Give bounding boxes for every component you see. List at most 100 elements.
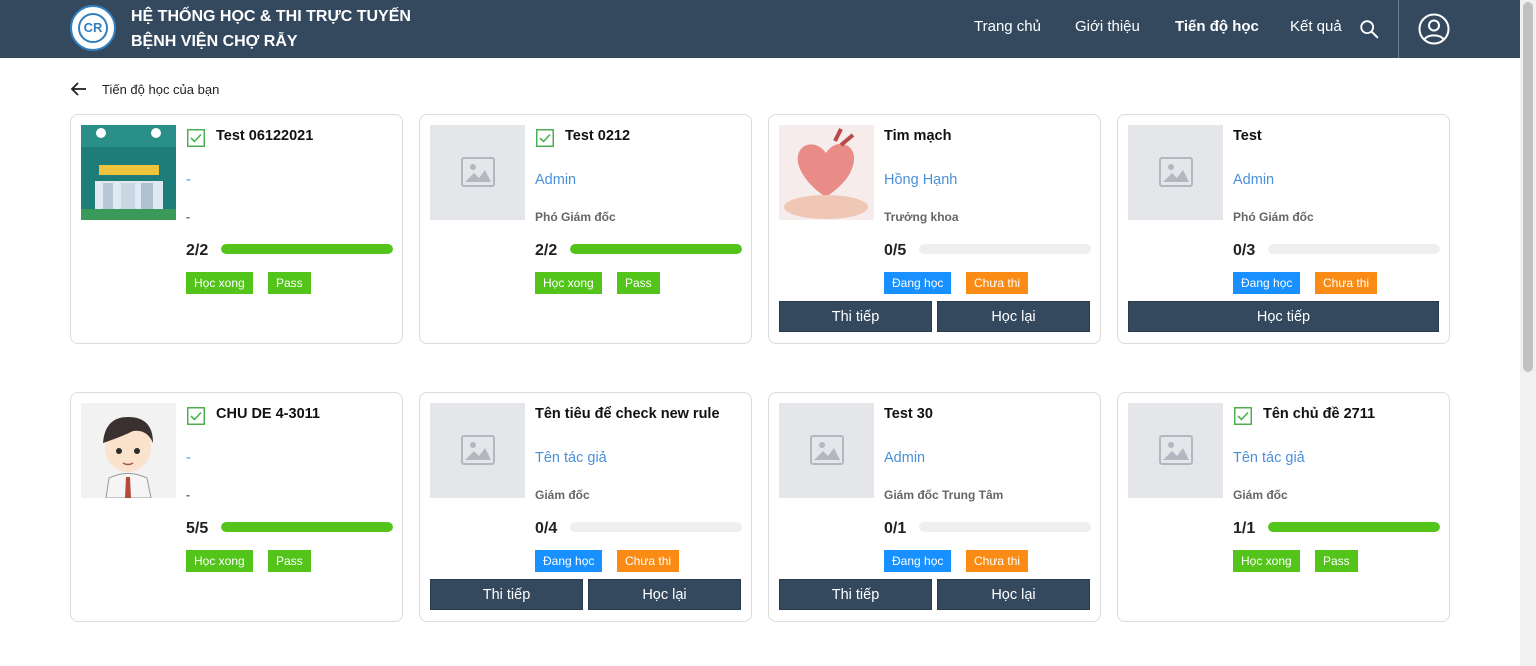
progress-bar [919,522,1091,532]
course-thumbnail[interactable] [430,125,525,220]
course-card[interactable]: Test 0212 Admin Phó Giám đốc 2/2 Học xong Pas… [419,114,752,344]
progress-count: 0/4 [535,520,558,537]
progress-bar-fill [221,244,393,254]
nav-about[interactable]: Giới thiệu [1075,18,1140,35]
course-card[interactable]: Tim mạch Hồng Hạnh Trưởng khoa 0/5 Đang học C… [768,114,1101,344]
back-link[interactable]: Tiến độ học của bạn [70,80,219,98]
course-author[interactable]: Admin [884,450,925,466]
progress-count: 1/1 [1233,520,1256,537]
course-author[interactable]: Tên tác giả [1233,450,1305,466]
course-author[interactable]: - [186,172,191,188]
status-badge-not-tested: Chưa thi [966,550,1029,572]
continue-exam-button[interactable]: Thi tiếp [779,579,932,610]
nav-home[interactable]: Trang chủ [974,18,1041,35]
hospital-logo[interactable]: CR [70,5,116,51]
progress-bar [1268,244,1440,254]
continue-learning-button[interactable]: Học tiếp [1128,301,1439,332]
course-card[interactable]: Tên tiêu để check new rule Tên tác giả Giá… [419,392,752,622]
author-position: Giám đốc [1233,488,1288,502]
course-title[interactable]: Tim mạch [884,128,951,144]
relearn-button[interactable]: Học lại [588,579,741,610]
nav-results[interactable]: Kết quả [1290,18,1342,35]
progress-count: 2/2 [186,242,209,259]
progress-count: 0/3 [1233,242,1256,259]
continue-exam-button[interactable]: Thi tiếp [779,301,932,332]
user-account-icon[interactable] [1418,13,1450,45]
course-title[interactable]: Test 06122021 [216,128,313,144]
progress-bar-fill [570,244,742,254]
continue-exam-button[interactable]: Thi tiếp [430,579,583,610]
course-thumbnail[interactable] [430,403,525,498]
progress-bar-fill [221,522,393,532]
status-badge-learning: Đang học [535,550,603,572]
progress-bar [570,522,742,532]
status-badge-not-tested: Chưa thi [966,272,1029,294]
status-badge-not-tested: Chưa thi [617,550,680,572]
course-thumbnail-poster [81,125,176,220]
brand-line-2: BỆNH VIỆN CHỢ RẪY [131,33,298,50]
author-position: Phó Giám đốc [1233,210,1314,224]
course-card[interactable]: Test Admin Phó Giám đốc 0/3 Đang học Chưa thi… [1117,114,1450,344]
page-title: Tiến độ học của bạn [102,81,220,97]
course-card[interactable]: CHU DE 4-3011 - - 5/5 Học xong Pass [70,392,403,622]
progress-bar [1268,522,1440,532]
completed-check-icon [536,129,554,147]
progress-count: 0/5 [884,242,907,259]
course-thumbnail[interactable] [1128,125,1223,220]
course-author[interactable]: Tên tác giả [535,450,607,466]
author-position: - [186,488,190,502]
progress-bar [221,522,393,532]
status-badge-done: Pass [617,272,660,294]
course-title[interactable]: Test 30 [884,406,933,422]
course-thumbnail[interactable] [1128,403,1223,498]
progress-bar [919,244,1091,254]
course-card[interactable]: Test 30 Admin Giám đốc Trung Tâm 0/1 Đang họ… [768,392,1101,622]
search-icon[interactable] [1358,18,1380,40]
status-badge-done: Pass [268,272,311,294]
image-placeholder-icon [810,435,844,465]
status-badge-done: Học xong [1233,550,1300,572]
course-thumbnail[interactable] [81,403,176,498]
course-title[interactable]: CHU DE 4-3011 [216,406,320,422]
status-badge-learning: Đang học [884,550,952,572]
page-scrollbar[interactable] [1520,0,1536,666]
course-title[interactable]: Tên chủ đề 2711 [1263,406,1375,422]
course-thumbnail[interactable] [779,125,874,220]
status-badge-learning: Đang học [1233,272,1301,294]
course-title[interactable]: Test 0212 [565,128,630,144]
course-author[interactable]: Hồng Hạnh [884,172,957,188]
top-header: CR HỆ THỐNG HỌC & THI TRỰC TUYẾN BỆNH VI… [0,0,1520,58]
scrollbar-thumb[interactable] [1523,2,1533,372]
site-brand[interactable]: HỆ THỐNG HỌC & THI TRỰC TUYẾN BỆNH VIỆN … [131,4,411,54]
course-title[interactable]: Test [1233,128,1262,144]
course-card[interactable]: Tên chủ đề 2711 Tên tác giả Giám đốc 1/1 Học… [1117,392,1450,622]
brand-line-1: HỆ THỐNG HỌC & THI TRỰC TUYẾN [131,8,411,25]
status-badge-learning: Đang học [884,272,952,294]
progress-bar-fill [1268,522,1440,532]
course-author[interactable]: - [186,450,191,466]
status-badge-done: Pass [268,550,311,572]
course-card[interactable]: Test 06122021 - - 2/2 Học xong Pass [70,114,403,344]
status-badge-done: Học xong [186,272,253,294]
status-badge-done: Pass [1315,550,1358,572]
course-thumbnail[interactable] [779,403,874,498]
image-placeholder-icon [1159,435,1193,465]
progress-bar [570,244,742,254]
completed-check-icon [1234,407,1252,425]
status-badge-done: Học xong [186,550,253,572]
author-position: Giám đốc [535,488,590,502]
course-title[interactable]: Tên tiêu để check new rule [535,406,720,422]
course-thumbnail[interactable] [81,125,176,220]
completed-check-icon [187,407,205,425]
progress-count: 5/5 [186,520,209,537]
image-placeholder-icon [461,435,495,465]
relearn-button[interactable]: Học lại [937,301,1090,332]
course-author[interactable]: Admin [535,172,576,188]
logo-monogram: CR [78,13,108,43]
nav-learning-progress[interactable]: Tiến độ học [1175,18,1259,35]
author-position: Giám đốc Trung Tâm [884,488,1004,502]
progress-bar [221,244,393,254]
course-author[interactable]: Admin [1233,172,1274,188]
relearn-button[interactable]: Học lại [937,579,1090,610]
image-placeholder-icon [1159,157,1193,187]
